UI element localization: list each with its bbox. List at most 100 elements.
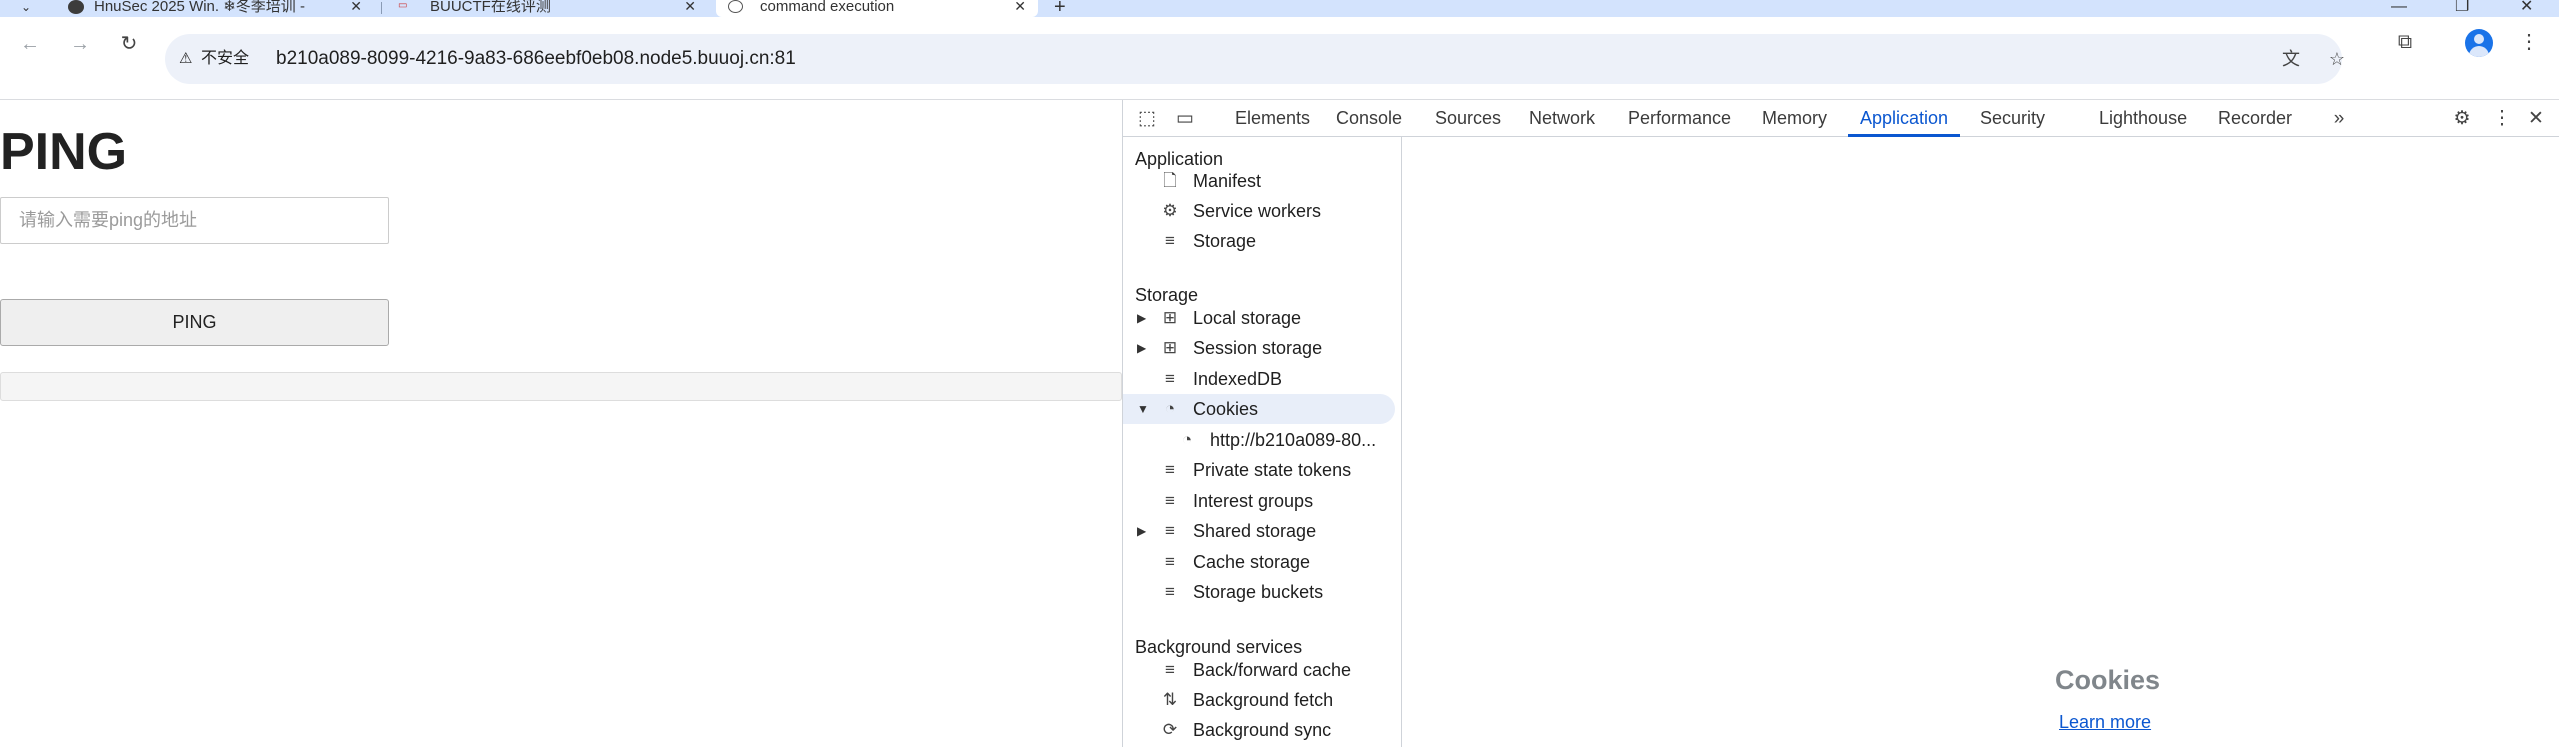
- bookmark-star-icon[interactable]: ☆: [2325, 48, 2349, 70]
- restore-icon[interactable]: ❐: [2455, 0, 2469, 15]
- ping-address-input[interactable]: [0, 197, 389, 244]
- tab-separator: [381, 2, 382, 14]
- gears-icon: ⚙: [1162, 201, 1178, 220]
- sidebar-item-cache-storage[interactable]: ≡ Cache storage: [1123, 547, 1395, 577]
- tab-security[interactable]: Security: [1980, 100, 2045, 137]
- database-icon: ≡: [1165, 660, 1175, 679]
- cookie-icon: ◔: [1181, 430, 1193, 449]
- devtools-panel: ⬚ ▭ Elements Console Sources Network Per…: [1122, 100, 2559, 747]
- tab-search-chevron-icon[interactable]: ⌄: [16, 0, 36, 17]
- cookies-empty-view: Cookies Learn more: [1402, 137, 2559, 747]
- database-icon: ≡: [1165, 552, 1175, 571]
- sidebar-item-background-fetch[interactable]: ⇅ Background fetch: [1123, 685, 1395, 715]
- close-tab-icon[interactable]: ✕: [684, 0, 696, 13]
- cookie-icon: ◔: [1164, 399, 1176, 418]
- sidebar-item-label: Cache storage: [1193, 552, 1311, 572]
- buuctf-favicon-icon: ▭: [398, 0, 408, 11]
- sidebar-item-label: Interest groups: [1193, 491, 1314, 511]
- sidebar-item-label: Manifest: [1193, 171, 1262, 191]
- sidebar-item-cookies[interactable]: ▼ ◔ Cookies: [1123, 394, 1395, 424]
- tab-sources[interactable]: Sources: [1435, 100, 1501, 137]
- sidebar-item-service-workers[interactable]: ⚙ Service workers: [1123, 196, 1395, 226]
- sidebar-item-session-storage[interactable]: ▶ ⊞ Session storage: [1123, 333, 1395, 363]
- translate-icon[interactable]: 文: [2279, 48, 2303, 70]
- settings-gear-icon[interactable]: ⚙: [2449, 106, 2475, 132]
- sidebar-item-indexeddb[interactable]: ≡ IndexedDB: [1123, 364, 1395, 394]
- warning-triangle-icon: ⚠: [179, 50, 193, 67]
- new-tab-plus-icon[interactable]: +: [1054, 0, 1066, 17]
- reload-icon[interactable]: ↻: [117, 32, 141, 56]
- sidebar-item-manifest[interactable]: 🗋 Manifest: [1123, 166, 1395, 196]
- expand-arrow-icon[interactable]: ▶: [1137, 516, 1146, 546]
- sidebar-item-private-state-tokens[interactable]: ≡ Private state tokens: [1123, 455, 1395, 485]
- sidebar-item-background-sync[interactable]: ⟳ Background sync: [1123, 715, 1395, 745]
- forward-arrow-icon[interactable]: →: [68, 32, 92, 56]
- ping-button[interactable]: PING: [0, 299, 389, 346]
- sidebar-item-label: Cookies: [1193, 399, 1259, 419]
- minimize-icon[interactable]: —: [2391, 0, 2407, 15]
- sidebar-item-shared-storage[interactable]: ▶ ≡ Shared storage: [1123, 516, 1395, 546]
- profile-avatar-icon[interactable]: [2465, 29, 2493, 57]
- browser-toolbar: ← → ↻ ⚠ 不安全 b210a089-8099-4216-9a83-686ee…: [0, 17, 2559, 100]
- more-tabs-chevron-icon[interactable]: »: [2326, 106, 2352, 132]
- sidebar-item-interest-groups[interactable]: ≡ Interest groups: [1123, 486, 1395, 516]
- sidebar-item-label: http://b210a089-80...: [1210, 430, 1377, 450]
- close-devtools-icon[interactable]: ✕: [2523, 106, 2549, 132]
- devtools-menu-kebab-icon[interactable]: ⋮: [2489, 106, 2515, 132]
- browser-tab-buuctf[interactable]: ▭ BUUCTF在线评测 ✕: [388, 0, 708, 17]
- tab-network[interactable]: Network: [1529, 100, 1595, 137]
- database-icon: ≡: [1165, 231, 1175, 250]
- tab-title: HnuSec 2025 Win. ❄冬季培训 -: [94, 0, 305, 14]
- tab-elements[interactable]: Elements: [1235, 100, 1310, 137]
- sidebar-item-storage-buckets[interactable]: ≡ Storage buckets: [1123, 577, 1395, 607]
- address-bar[interactable]: ⚠ 不安全 b210a089-8099-4216-9a83-686eebf0eb0…: [165, 34, 2345, 84]
- collapse-arrow-icon[interactable]: ▼: [1137, 394, 1149, 424]
- sync-icon: ⟳: [1162, 720, 1178, 739]
- table-grid-icon: ⊞: [1162, 338, 1178, 357]
- extensions-puzzle-icon[interactable]: ⧉: [2392, 29, 2418, 55]
- tab-memory[interactable]: Memory: [1762, 100, 1827, 137]
- sidebar-item-label: Storage buckets: [1193, 582, 1324, 602]
- inspect-element-icon[interactable]: ⬚: [1134, 106, 1160, 132]
- database-icon: ≡: [1165, 491, 1175, 510]
- page-viewport: PING PING: [0, 100, 1122, 747]
- sidebar-item-label: IndexedDB: [1193, 369, 1283, 389]
- tab-console[interactable]: Console: [1336, 100, 1402, 137]
- table-grid-icon: ⊞: [1162, 308, 1178, 327]
- browser-tab-command-execution[interactable]: command execution ✕: [716, 0, 1038, 17]
- back-arrow-icon[interactable]: ←: [18, 32, 42, 56]
- tab-recorder[interactable]: Recorder: [2218, 100, 2292, 137]
- expand-arrow-icon[interactable]: ▶: [1137, 303, 1146, 333]
- document-icon: 🗋: [1163, 171, 1177, 190]
- tab-title: BUUCTF在线评测: [430, 0, 551, 14]
- close-tab-icon[interactable]: ✕: [350, 0, 362, 13]
- database-icon: ≡: [1165, 460, 1175, 479]
- browser-tab-hnusec[interactable]: HnuSec 2025 Win. ❄冬季培训 - ✕: [56, 0, 374, 17]
- security-chip[interactable]: ⚠ 不安全: [179, 46, 249, 72]
- ping-result-area: [0, 372, 1122, 401]
- tab-performance[interactable]: Performance: [1628, 100, 1731, 137]
- learn-more-link[interactable]: Learn more: [2059, 712, 2151, 733]
- sidebar-item-label: Private state tokens: [1193, 460, 1352, 480]
- sidebar-item-storage-overview[interactable]: ≡ Storage: [1123, 226, 1395, 256]
- tab-application[interactable]: Application: [1847, 100, 1961, 137]
- chrome-menu-kebab-icon[interactable]: ⋮: [2516, 29, 2542, 55]
- sidebar-item-cookie-origin[interactable]: ◔ http://b210a089-80...: [1123, 425, 1395, 455]
- expand-arrow-icon[interactable]: ▶: [1137, 333, 1146, 363]
- sidebar-item-back-forward-cache[interactable]: ≡ Back/forward cache: [1123, 655, 1395, 685]
- window-close-icon[interactable]: ✕: [2520, 0, 2533, 15]
- tab-lighthouse[interactable]: Lighthouse: [2099, 100, 2187, 137]
- url-text[interactable]: b210a089-8099-4216-9a83-686eebf0eb08.nod…: [276, 46, 796, 72]
- application-sidebar: Application 🗋 Manifest ⚙ Service workers…: [1123, 137, 1402, 747]
- sidebar-item-label: Service workers: [1193, 201, 1322, 221]
- security-label: 不安全: [201, 50, 250, 67]
- globe-favicon-icon: [728, 0, 743, 13]
- sidebar-item-local-storage[interactable]: ▶ ⊞ Local storage: [1123, 303, 1395, 333]
- sidebar-item-label: Back/forward cache: [1193, 660, 1352, 680]
- device-toolbar-icon[interactable]: ▭: [1172, 106, 1198, 132]
- database-icon: ≡: [1165, 521, 1175, 540]
- sidebar-item-label: Session storage: [1193, 338, 1323, 358]
- close-tab-icon[interactable]: ✕: [1014, 0, 1026, 13]
- sidebar-item-label: Background fetch: [1193, 690, 1334, 710]
- devtools-tabbar: ⬚ ▭ Elements Console Sources Network Per…: [1123, 100, 2559, 137]
